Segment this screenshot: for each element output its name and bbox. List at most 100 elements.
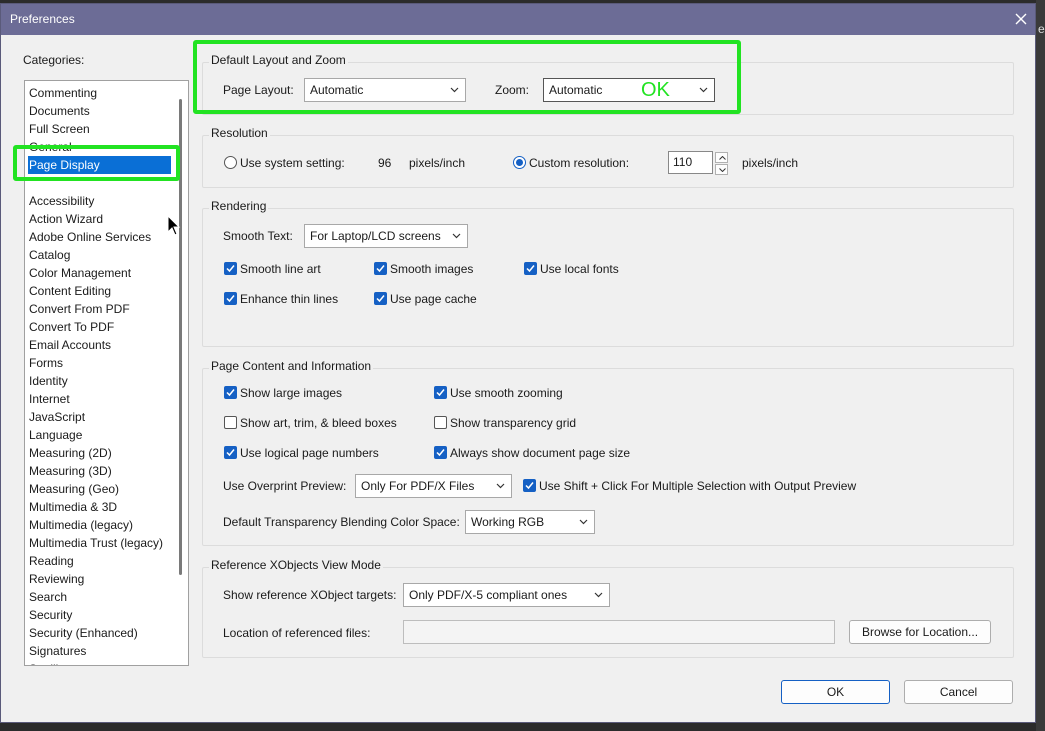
background-window-text: e [1038,22,1045,36]
chevron-down-icon [579,519,588,525]
blending-label: Default Transparency Blending Color Spac… [223,515,460,529]
show-art-trim-label: Show art, trim, & bleed boxes [240,416,397,430]
category-item[interactable]: Reading [29,552,171,570]
chevron-down-icon [452,233,461,239]
show-art-trim-checkbox[interactable] [224,416,237,429]
category-item[interactable]: Multimedia & 3D [29,498,171,516]
overprint-select[interactable]: Only For PDF/X Files [355,474,512,498]
category-item[interactable]: Measuring (3D) [29,462,171,480]
use-smooth-zooming-checkbox[interactable] [434,386,447,399]
category-item[interactable]: Color Management [29,264,171,282]
xobjects-title: Reference XObjects View Mode [209,558,383,572]
custom-resolution-input[interactable]: 110 [668,151,713,174]
show-large-images-checkbox[interactable] [224,386,237,399]
shift-click-checkbox[interactable] [523,479,536,492]
categories-label: Categories: [23,53,85,67]
xobject-targets-value: Only PDF/X-5 compliant ones [409,588,568,602]
system-setting-label: Use system setting: [240,156,345,170]
category-item[interactable]: Action Wizard [29,210,171,228]
category-item[interactable]: Catalog [29,246,171,264]
close-button[interactable] [1009,7,1033,31]
category-item[interactable]: Multimedia Trust (legacy) [29,534,171,552]
category-item[interactable]: Commenting [29,84,171,102]
cancel-button-label: Cancel [939,685,978,699]
always-show-page-size-checkbox[interactable] [434,446,447,459]
use-local-fonts-checkbox[interactable] [524,262,537,275]
resolution-spin-down[interactable] [715,164,728,175]
cancel-button[interactable]: Cancel [904,680,1013,704]
category-item[interactable]: JavaScript [29,408,171,426]
chevron-up-icon [719,156,726,160]
category-item[interactable]: Full Screen [29,120,171,138]
category-highlight-box [13,145,180,181]
use-logical-page-numbers-label: Use logical page numbers [240,446,379,460]
category-item[interactable]: Adobe Online Services [29,228,171,246]
location-label: Location of referenced files: [223,626,371,640]
xobject-targets-select[interactable]: Only PDF/X-5 compliant ones [403,583,610,607]
enhance-thin-lines-label: Enhance thin lines [240,292,339,306]
overprint-label: Use Overprint Preview: [223,479,347,493]
check-icon [376,265,385,273]
use-smooth-zooming-label: Use smooth zooming [450,386,563,400]
use-page-cache-checkbox[interactable] [374,292,387,305]
custom-resolution-radio[interactable] [513,156,526,169]
background-window-edge [1036,0,1045,731]
category-item[interactable]: Language [29,426,171,444]
xobject-targets-label: Show reference XObject targets: [223,588,397,602]
location-field[interactable] [403,620,835,644]
category-item[interactable]: Measuring (Geo) [29,480,171,498]
enhance-thin-lines-checkbox[interactable] [224,292,237,305]
check-icon [226,295,235,303]
category-item[interactable]: Forms [29,354,171,372]
smooth-images-label: Smooth images [390,262,474,276]
custom-resolution-unit: pixels/inch [742,156,799,170]
category-item[interactable]: Convert From PDF [29,300,171,318]
category-item[interactable]: Reviewing [29,570,171,588]
use-local-fonts-label: Use local fonts [540,262,619,276]
ok-button[interactable]: OK [781,680,890,704]
use-logical-page-numbers-checkbox[interactable] [224,446,237,459]
show-transparency-grid-checkbox[interactable] [434,416,447,429]
category-item[interactable]: Signatures [29,642,171,660]
browse-location-button[interactable]: Browse for Location... [849,620,991,644]
custom-resolution-label: Custom resolution: [529,156,630,170]
xobjects-group [202,567,1014,658]
system-setting-unit: pixels/inch [409,156,466,170]
category-item[interactable]: Content Editing [29,282,171,300]
smooth-text-label: Smooth Text: [223,229,293,243]
category-item[interactable]: Measuring (2D) [29,444,171,462]
overprint-value: Only For PDF/X Files [361,479,475,493]
category-item[interactable]: Spelling [29,660,171,665]
category-item[interactable]: Identity [29,372,171,390]
window-title: Preferences [10,12,75,26]
category-item[interactable]: Search [29,588,171,606]
use-page-cache-label: Use page cache [390,292,477,306]
resolution-spin-up[interactable] [715,152,728,163]
smooth-images-checkbox[interactable] [374,262,387,275]
smooth-line-art-checkbox[interactable] [224,262,237,275]
show-large-images-label: Show large images [240,386,343,400]
smooth-line-art-label: Smooth line art [240,262,321,276]
category-item[interactable]: Accessibility [29,192,171,210]
check-icon [526,265,535,273]
custom-resolution-value: 110 [673,155,693,169]
rendering-title: Rendering [209,199,269,213]
category-item[interactable]: Security (Enhanced) [29,624,171,642]
chevron-down-icon [719,168,726,172]
preferences-dialog: Preferences Categories: Commenting Docume… [0,3,1036,723]
category-item[interactable]: Internet [29,390,171,408]
shift-click-label: Use Shift + Click For Multiple Selection… [539,479,857,493]
category-item[interactable]: Documents [29,102,171,120]
blending-select[interactable]: Working RGB [465,510,595,534]
close-icon [1015,13,1027,25]
category-item[interactable]: Security [29,606,171,624]
smooth-text-select[interactable]: For Laptop/LCD screens [304,224,468,248]
system-setting-radio[interactable] [224,156,237,169]
category-item[interactable]: Convert To PDF [29,318,171,336]
system-setting-value: 96 [378,156,392,170]
category-item[interactable]: Email Accounts [29,336,171,354]
check-icon [525,482,534,490]
layout-zoom-highlight-box [193,40,741,114]
check-icon [226,265,235,273]
category-item[interactable]: Multimedia (legacy) [29,516,171,534]
